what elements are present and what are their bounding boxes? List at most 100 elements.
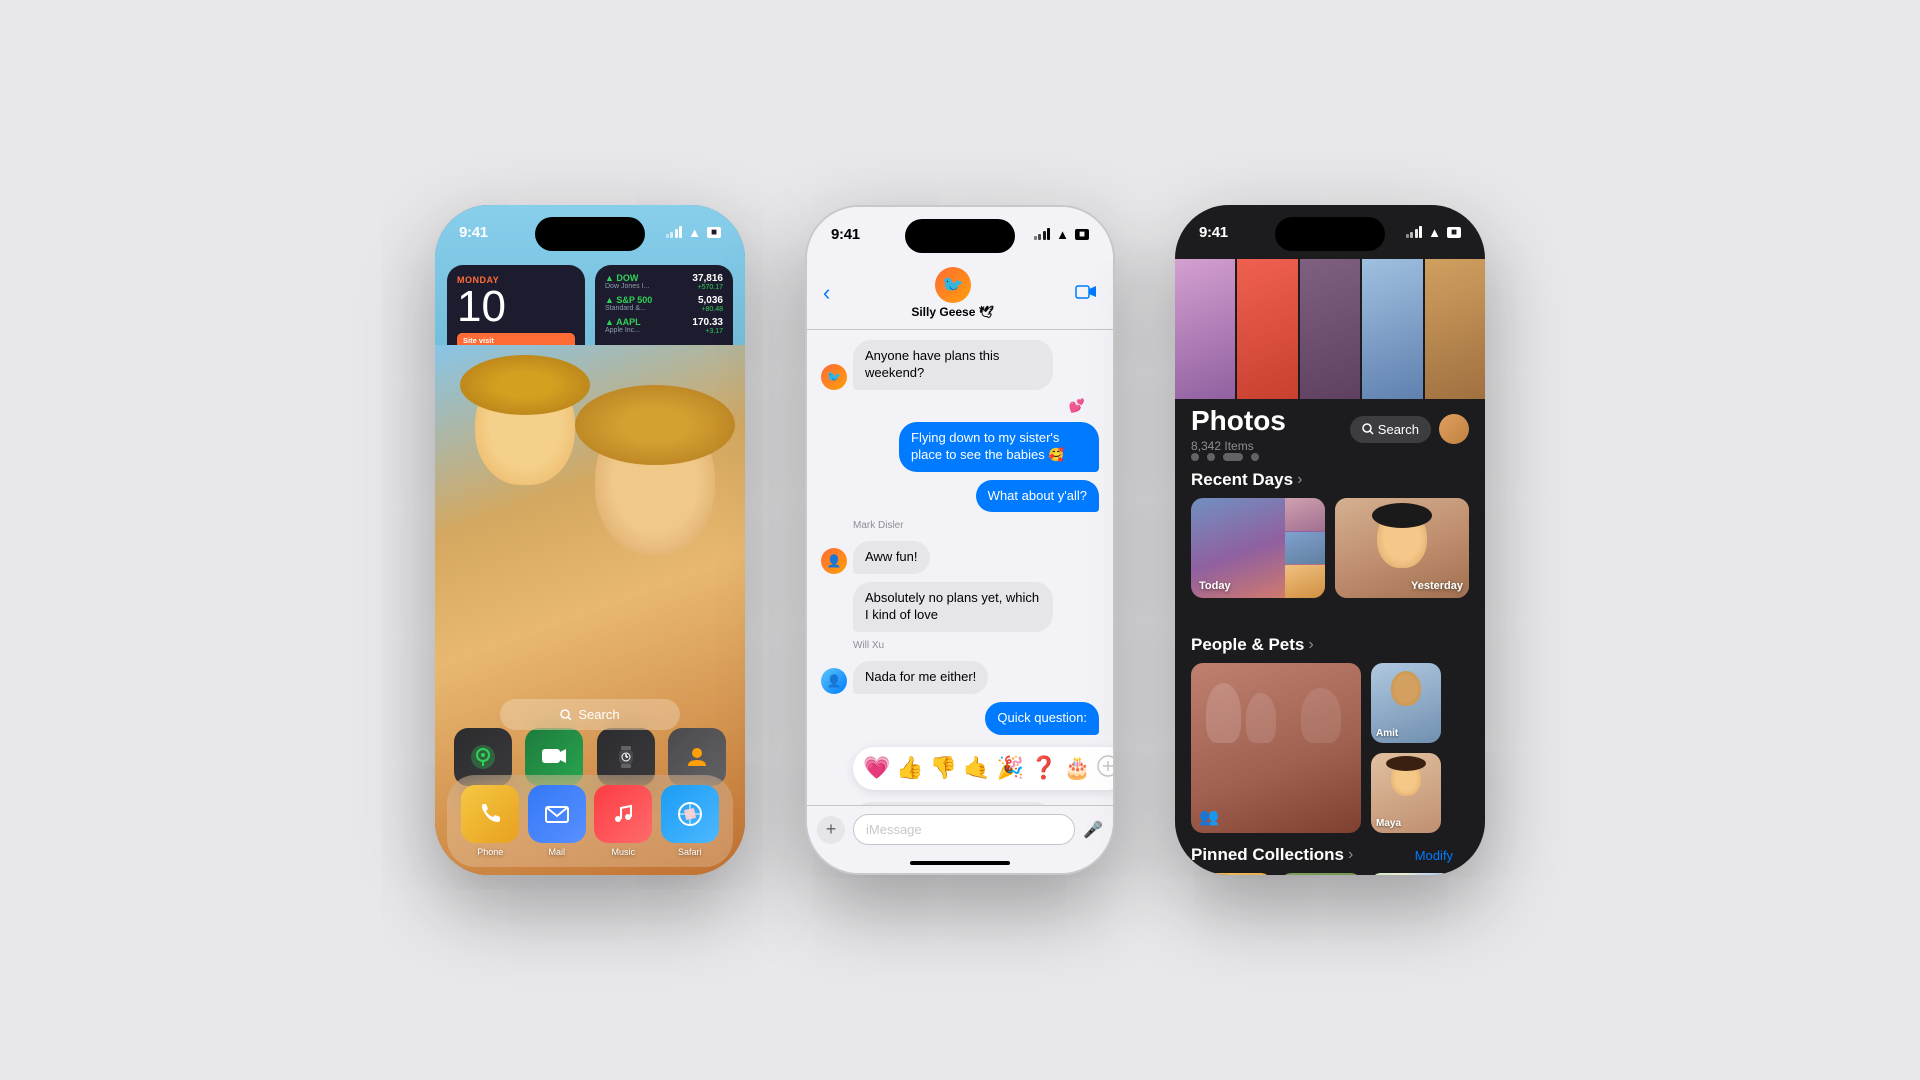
recent-days-header[interactable]: Recent Days › [1191, 470, 1485, 490]
bubble-sent-1: Flying down to my sister's place to see … [899, 422, 1099, 472]
photos-count: 8,342 Items [1191, 439, 1286, 453]
dock-safari[interactable]: Safari [661, 785, 719, 857]
recent-days-chevron: › [1297, 471, 1302, 489]
maya-face [1391, 761, 1421, 796]
message-5: 🐦 If cake for breakfast is wrong, I don'… [821, 802, 1099, 805]
person-amit[interactable]: Amit [1371, 663, 1441, 743]
pinned-row: Meerut Ghaz [1191, 873, 1469, 875]
strip-photo-3 [1300, 259, 1360, 399]
message-1: 🐦 Anyone have plans this weekend? [821, 340, 1099, 390]
dock-music[interactable]: Music [594, 785, 652, 857]
yesterday-label: Yesterday [1411, 580, 1463, 592]
signal-bars-3 [1406, 226, 1423, 238]
stock-2: ▲ S&P 500 Standard &... 5,036 +80.48 [605, 295, 723, 313]
search-label: Search [578, 707, 619, 722]
phone-icon [476, 800, 504, 828]
recent-days-row: Today Yesterday [1191, 498, 1469, 598]
photos-title: Photos [1191, 405, 1286, 437]
today-grid [1285, 498, 1325, 598]
message-4: 👤 Nada for me either! [821, 661, 1099, 694]
bubble-4: Nada for me either! [853, 661, 988, 694]
dock-mail-label: Mail [548, 847, 565, 857]
wifi-icon-1: ▲ [688, 225, 701, 240]
search-icon-home [560, 709, 572, 721]
status-icons-2: ▲ ■ [1034, 227, 1089, 242]
group-people-icon: 👥 [1199, 807, 1219, 827]
search-icon-photos [1362, 423, 1374, 435]
tab-dot-2[interactable] [1207, 453, 1215, 461]
child-face [475, 365, 575, 485]
dynamic-island-1 [535, 217, 645, 251]
wifi-icon-2: ▲ [1056, 227, 1069, 242]
people-pets-title: People & Pets [1191, 635, 1304, 655]
back-button[interactable]: ‹ [823, 280, 830, 306]
wifi-icon-3: ▲ [1428, 225, 1441, 240]
battery-icon-2: ■ [1075, 229, 1089, 240]
pinned-collections-section: Pinned Collections › Modify Meerut Ghaz [1191, 845, 1485, 875]
add-attachment-button[interactable]: + [817, 816, 845, 844]
bubble-5: If cake for breakfast is wrong, I don't … [853, 802, 1053, 805]
today-card[interactable]: Today [1191, 498, 1325, 598]
status-time-1: 9:41 [459, 224, 488, 241]
phone-1-homescreen: 9:41 ▲ ■ MONDAY 10 Site visit 10:15 - 10… [435, 205, 745, 875]
watch-icon [611, 742, 641, 772]
bubble-3: Absolutely no plans yet, which I kind of… [853, 582, 1053, 632]
messages-body[interactable]: 🐦 Anyone have plans this weekend? 💕 Flyi… [807, 330, 1113, 805]
tab-dot-4[interactable] [1251, 453, 1259, 461]
facetime-icon [539, 742, 569, 772]
person-large-card[interactable]: 👥 [1191, 663, 1361, 833]
safari-icon [676, 800, 704, 828]
people-pets-header[interactable]: People & Pets › [1191, 635, 1485, 655]
strip-photo-4 [1362, 259, 1422, 399]
message-2: 👤 Aww fun! [821, 541, 1099, 574]
strip-photo-2 [1237, 259, 1297, 399]
pinned-card-3[interactable]: Meerut Ghaz [1371, 873, 1451, 875]
message-input-field[interactable]: iMessage [853, 814, 1075, 845]
pinned-collections-header: Pinned Collections › Modify [1191, 845, 1469, 865]
search-bar[interactable]: Search [500, 699, 680, 730]
phone-3-photos: 9:41 ▲ ■ Photos [1175, 205, 1485, 875]
amit-face [1391, 671, 1421, 706]
mother-face [595, 405, 715, 555]
yesterday-card[interactable]: Yesterday [1335, 498, 1469, 598]
tab-dot-1[interactable] [1191, 453, 1199, 461]
heart-reaction: 💕 [821, 398, 1099, 414]
video-call-icon[interactable] [1075, 280, 1097, 306]
sender-avatar-2: 👤 [821, 548, 847, 574]
mother-hair [575, 385, 735, 465]
status-time-3: 9:41 [1199, 224, 1228, 241]
sender-avatar-1: 🐦 [821, 364, 847, 390]
strip-photo-1 [1175, 259, 1235, 399]
amit-name: Amit [1376, 728, 1398, 739]
photos-screen: 9:41 ▲ ■ Photos [1175, 205, 1485, 875]
pinned-card-1[interactable] [1191, 873, 1271, 875]
mic-icon[interactable]: 🎤 [1083, 820, 1103, 840]
dock-mail[interactable]: Mail [528, 785, 586, 857]
add-tapback-icon[interactable] [1097, 755, 1113, 782]
tapback-picker[interactable]: 💗 👍 👎 🤙 🎉 ❓ 🎂 [853, 747, 1113, 790]
photos-user-avatar[interactable] [1439, 414, 1469, 444]
status-icons-3: ▲ ■ [1406, 225, 1461, 240]
bubble-sent-3: Quick question: [985, 702, 1099, 735]
pinned-card-2[interactable] [1281, 873, 1361, 875]
photos-search-button[interactable]: Search [1350, 416, 1431, 443]
findmy-icon [468, 742, 498, 772]
tab-dot-3[interactable] [1223, 453, 1243, 461]
sender-will: Will Xu [853, 640, 1099, 651]
strip-photo-5 [1425, 259, 1485, 399]
message-sent-1: Flying down to my sister's place to see … [821, 422, 1099, 472]
portrait-face [1377, 508, 1427, 568]
modify-button[interactable]: Modify [1415, 848, 1453, 863]
dynamic-island-2 [905, 219, 1015, 253]
person-maya[interactable]: Maya [1371, 753, 1441, 833]
dock-phone[interactable]: Phone [461, 785, 519, 857]
cal-date: 10 [457, 285, 575, 329]
child-hair [460, 355, 590, 415]
contacts-icon [682, 742, 712, 772]
people-row: 👥 Amit Maya [1191, 663, 1469, 833]
phone-2-messages: 9:41 ▲ ■ ‹ 🐦 Silly Geese 🕊 [805, 205, 1115, 875]
mail-icon [543, 800, 571, 828]
home-indicator-2 [807, 853, 1113, 873]
message-sent-2: What about y'all? [821, 480, 1099, 513]
bubble-2: Aww fun! [853, 541, 930, 574]
